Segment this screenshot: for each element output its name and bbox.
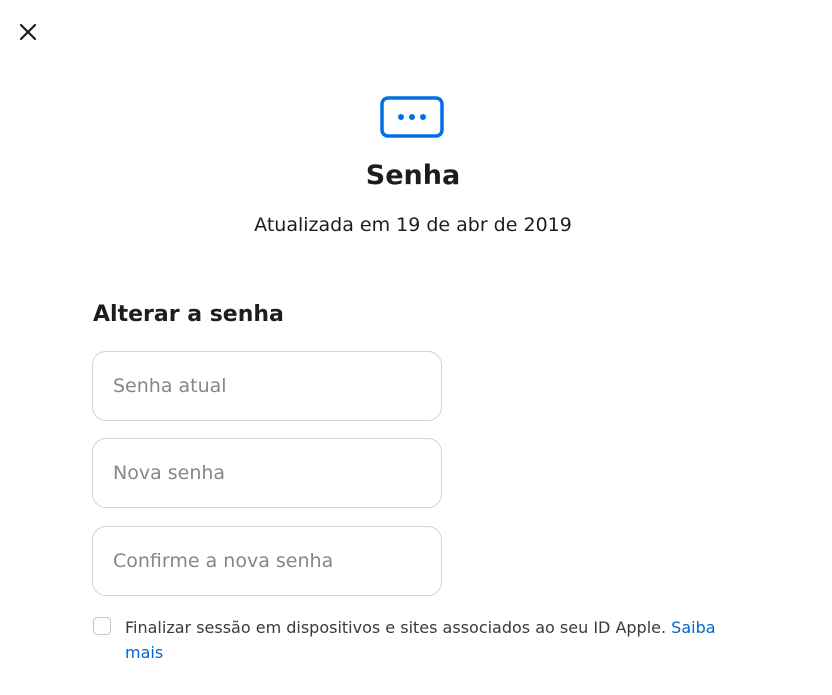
last-updated-text: Atualizada em 19 de abr de 2019 bbox=[254, 214, 572, 236]
confirm-password-field[interactable] bbox=[92, 526, 442, 596]
close-icon bbox=[19, 23, 37, 41]
close-button[interactable] bbox=[16, 20, 40, 44]
signout-devices-label: Finalizar sessão em dispositivos e sites… bbox=[125, 615, 735, 665]
signout-devices-text: Finalizar sessão em dispositivos e sites… bbox=[125, 618, 667, 637]
new-password-field[interactable] bbox=[92, 438, 442, 508]
password-dots-icon bbox=[380, 96, 444, 138]
signout-devices-checkbox[interactable] bbox=[93, 617, 111, 635]
page-title: Senha bbox=[365, 160, 461, 191]
change-password-heading: Alterar a senha bbox=[93, 302, 284, 327]
current-password-field[interactable] bbox=[92, 351, 442, 421]
